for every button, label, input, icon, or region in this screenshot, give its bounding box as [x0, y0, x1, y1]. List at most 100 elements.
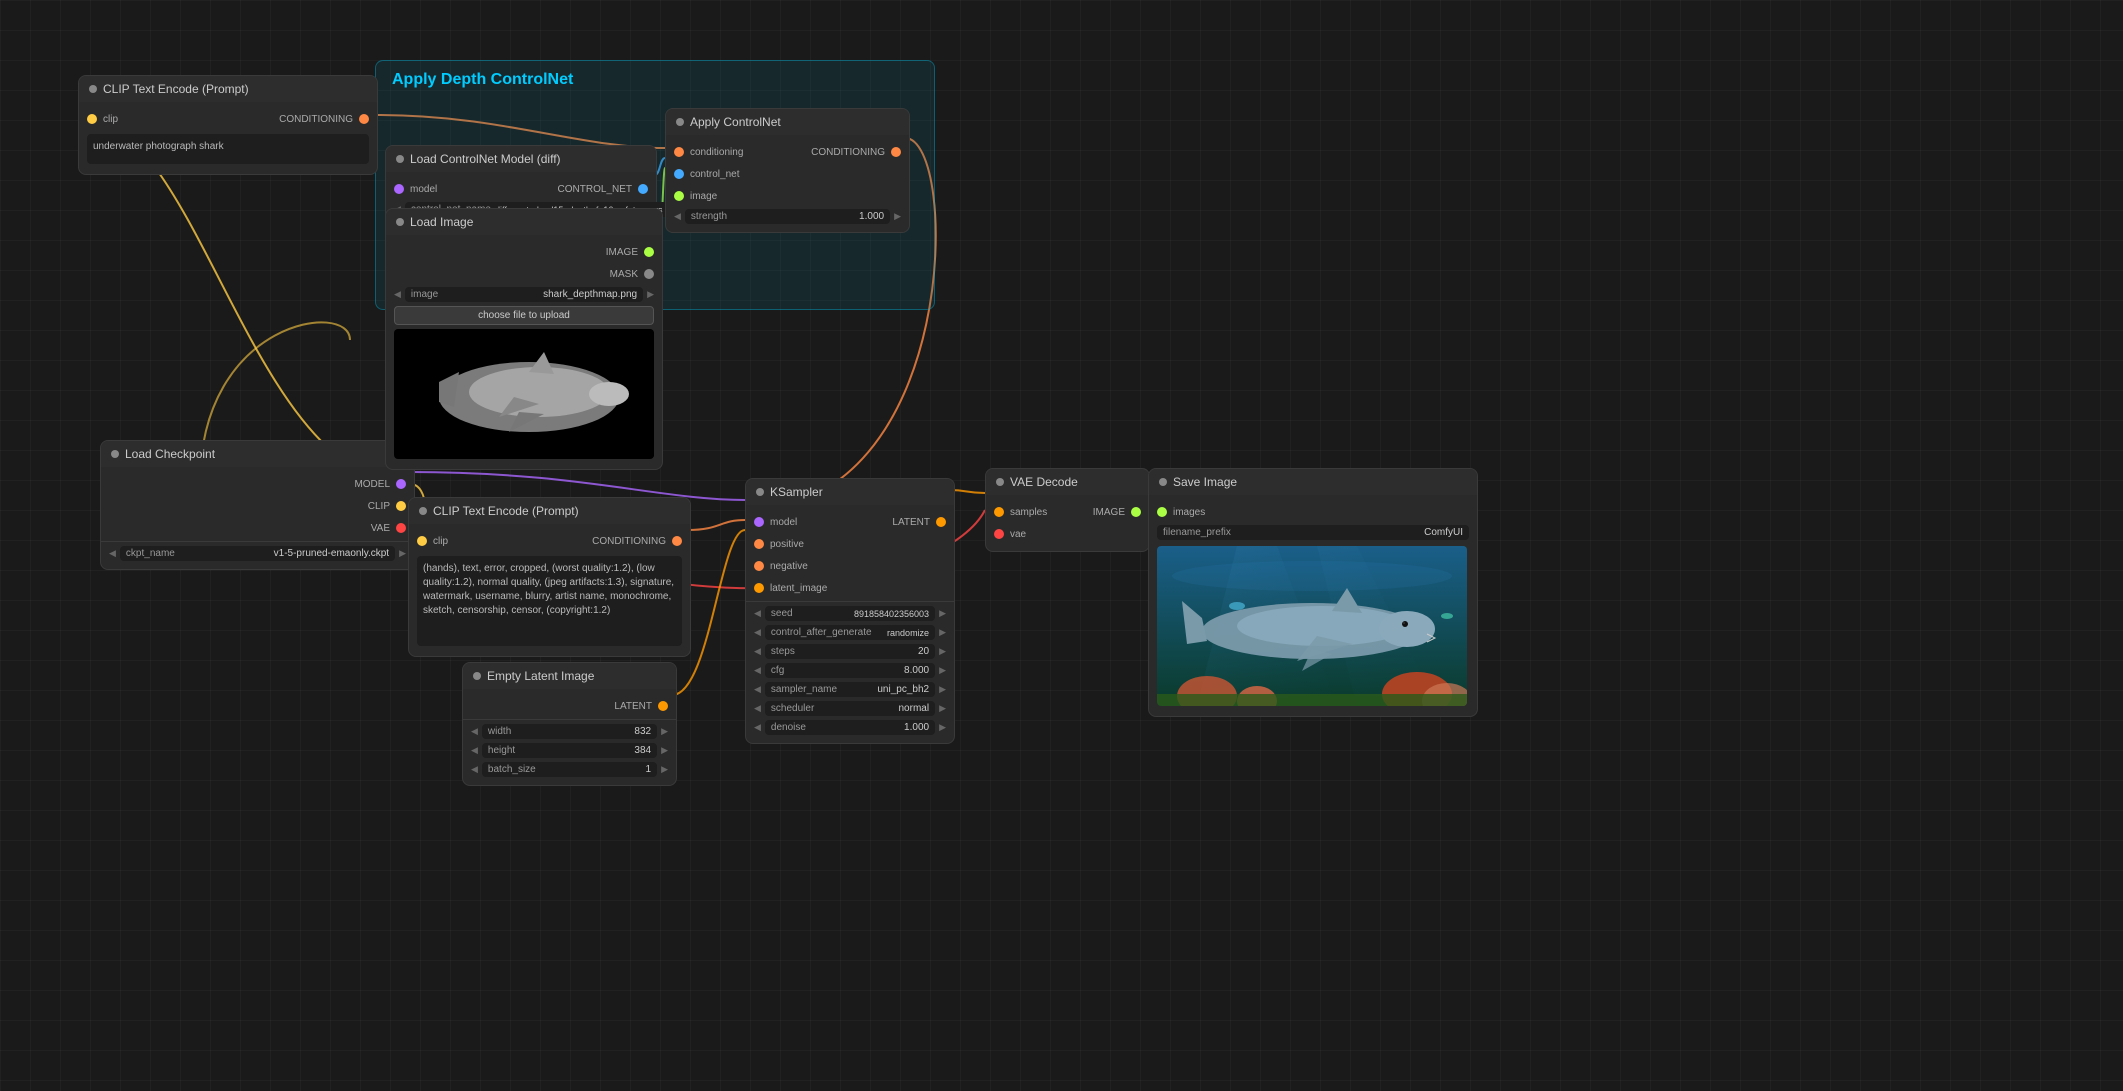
upload-button[interactable]: choose file to upload	[394, 306, 654, 325]
strength-field-bg: strength 1.000	[685, 209, 890, 224]
width-left-arrow[interactable]: ◀	[471, 726, 478, 737]
conditioning-out-port3[interactable]	[672, 536, 682, 546]
load-checkpoint-node: Load Checkpoint MODEL CLIP VAE ◀ ckpt_na…	[100, 440, 415, 570]
vae-in-port[interactable]	[994, 529, 1004, 539]
save-image-header: Save Image	[1149, 469, 1477, 495]
denoise-left-arrow[interactable]: ◀	[754, 722, 761, 733]
steps-right-arrow[interactable]: ▶	[939, 646, 946, 657]
ksampler-header: KSampler	[746, 479, 954, 505]
save-image-dot	[1159, 478, 1167, 486]
controlnet-model-label: model	[410, 184, 437, 195]
controlnet-model-in-port[interactable]	[394, 184, 404, 194]
batch-right-arrow[interactable]: ▶	[661, 764, 668, 775]
denoise-right-arrow[interactable]: ▶	[939, 722, 946, 733]
height-right-arrow[interactable]: ▶	[661, 745, 668, 756]
control-after-label: control_after_generate	[771, 627, 883, 638]
scheduler-right-arrow[interactable]: ▶	[939, 703, 946, 714]
conditioning-out-port2[interactable]	[891, 147, 901, 157]
image-field-row: ◀ image shark_depthmap.png ▶	[386, 285, 662, 304]
negative-in-port[interactable]	[754, 561, 764, 571]
model-in-port[interactable]	[754, 517, 764, 527]
load-image-title: Load Image	[410, 215, 473, 229]
ksampler-dot	[756, 488, 764, 496]
sampler-name-left-arrow[interactable]: ◀	[754, 684, 761, 695]
clip-text-encode-1-node: CLIP Text Encode (Prompt) clip CONDITION…	[78, 75, 378, 175]
latent-out-port2[interactable]	[658, 701, 668, 711]
cfg-right-arrow[interactable]: ▶	[939, 665, 946, 676]
height-left-arrow[interactable]: ◀	[471, 745, 478, 756]
control-net-out-port[interactable]	[638, 184, 648, 194]
cfg-left-arrow[interactable]: ◀	[754, 665, 761, 676]
batch-field-bg: batch_size 1	[482, 762, 657, 777]
positive-in-port[interactable]	[754, 539, 764, 549]
control-after-left-arrow[interactable]: ◀	[754, 627, 761, 638]
scheduler-field-row: ◀ scheduler normal ▶	[746, 699, 954, 718]
samples-in-port[interactable]	[994, 507, 1004, 517]
ckpt-left-arrow[interactable]: ◀	[109, 548, 116, 559]
seed-field-bg: seed 891858402356003	[765, 606, 935, 621]
clip-port-row: clip CONDITIONING	[79, 108, 377, 130]
strength-right-arrow[interactable]: ▶	[894, 211, 901, 222]
clip-text-encode-2-header: CLIP Text Encode (Prompt)	[409, 498, 690, 524]
seed-right-arrow[interactable]: ▶	[939, 608, 946, 619]
latent-image-in-row: latent_image	[746, 577, 954, 599]
vae-decode-dot	[996, 478, 1004, 486]
model-in-row: model LATENT	[746, 511, 954, 533]
steps-left-arrow[interactable]: ◀	[754, 646, 761, 657]
denoise-field-row: ◀ denoise 1.000 ▶	[746, 718, 954, 737]
control-net-in-port[interactable]	[674, 169, 684, 179]
control-net-out-label: CONTROL_NET	[558, 184, 632, 195]
image-right-arrow[interactable]: ▶	[647, 289, 654, 300]
clip-text-2-textarea[interactable]: (hands), text, error, cropped, (worst qu…	[417, 556, 682, 646]
scheduler-left-arrow[interactable]: ◀	[754, 703, 761, 714]
control-after-right-arrow[interactable]: ▶	[939, 627, 946, 638]
strength-left-arrow[interactable]: ◀	[674, 211, 681, 222]
save-image-node: Save Image images filename_prefix ComfyU…	[1148, 468, 1478, 717]
ckpt-right-arrow[interactable]: ▶	[399, 548, 406, 559]
image-left-arrow[interactable]: ◀	[394, 289, 401, 300]
conditioning-out-port[interactable]	[359, 114, 369, 124]
cfg-field-row: ◀ cfg 8.000 ▶	[746, 661, 954, 680]
vae-out-label: VAE	[371, 523, 390, 534]
latent-image-in-label: latent_image	[770, 583, 827, 594]
batch-left-arrow[interactable]: ◀	[471, 764, 478, 775]
image-out-port[interactable]	[644, 247, 654, 257]
latent-out-port[interactable]	[936, 517, 946, 527]
image-out-row: IMAGE	[386, 241, 662, 263]
width-right-arrow[interactable]: ▶	[661, 726, 668, 737]
empty-latent-dot	[473, 672, 481, 680]
save-image-title: Save Image	[1173, 475, 1237, 489]
clip-out-port[interactable]	[396, 501, 406, 511]
scheduler-field-bg: scheduler normal	[765, 701, 935, 716]
shark-depthmap-preview	[394, 329, 654, 459]
conditioning-in-port[interactable]	[674, 147, 684, 157]
clip-in-port[interactable]	[87, 114, 97, 124]
image-out-label2: IMAGE	[1093, 507, 1125, 518]
mask-out-port[interactable]	[644, 269, 654, 279]
vae-port-row: VAE	[101, 517, 414, 539]
clip-in-port2[interactable]	[417, 536, 427, 546]
width-value: 832	[634, 726, 651, 737]
model-out-port[interactable]	[396, 479, 406, 489]
images-in-port[interactable]	[1157, 507, 1167, 517]
sampler-name-label: sampler_name	[771, 684, 873, 695]
controlnet-model-row: model CONTROL_NET	[386, 178, 656, 200]
filename-field-row: filename_prefix ComfyUI	[1149, 523, 1477, 542]
negative-in-row: negative	[746, 555, 954, 577]
width-field-bg: width 832	[482, 724, 657, 739]
latent-image-in-port[interactable]	[754, 583, 764, 593]
batch-value: 1	[646, 764, 652, 775]
seed-left-arrow[interactable]: ◀	[754, 608, 761, 619]
clip-text-1-textarea[interactable]: underwater photograph shark	[87, 134, 369, 164]
sampler-name-right-arrow[interactable]: ▶	[939, 684, 946, 695]
result-image-preview	[1157, 546, 1469, 706]
image-in-port[interactable]	[674, 191, 684, 201]
image-out-port2[interactable]	[1131, 507, 1141, 517]
height-label: height	[488, 745, 630, 756]
vae-out-port[interactable]	[396, 523, 406, 533]
positive-in-row: positive	[746, 533, 954, 555]
load-image-node: Load Image IMAGE MASK ◀ image shark_dept…	[385, 208, 663, 470]
image-field-label: image	[411, 289, 539, 300]
clip-text-encode-2-dot	[419, 507, 427, 515]
vae-in-label: vae	[1010, 529, 1026, 540]
